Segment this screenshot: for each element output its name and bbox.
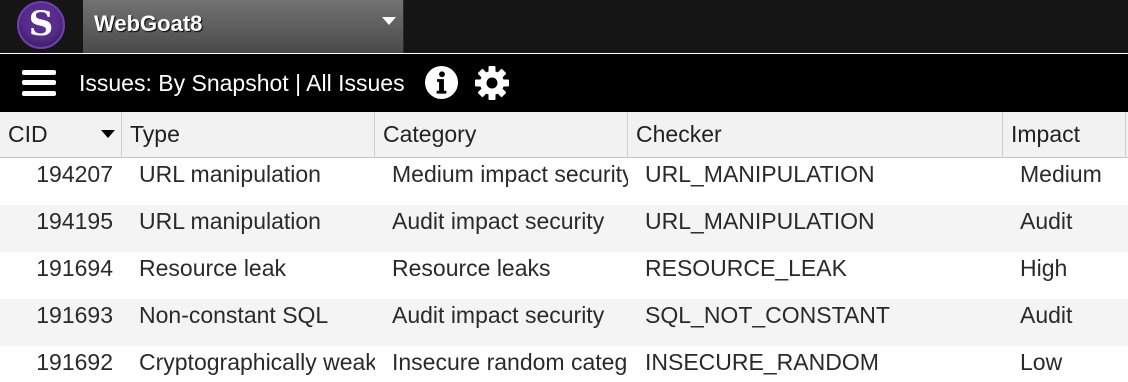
cell-category: Medium impact security (392, 161, 628, 187)
table-header: CID Type Category Checker Impact (0, 112, 1128, 158)
cell-cid: 191693 (36, 302, 113, 328)
table-row[interactable]: 194195 URL manipulation Audit impact sec… (0, 205, 1128, 252)
cell-category: Audit impact security (392, 208, 605, 234)
cell-category: Resource leaks (392, 255, 551, 281)
cell-category: Insecure random category (392, 349, 628, 375)
info-icon[interactable] (424, 65, 459, 100)
hamburger-menu-icon[interactable] (22, 69, 56, 97)
cell-checker: RESOURCE_LEAK (645, 255, 847, 281)
column-header-label: Impact (1011, 121, 1081, 147)
cell-type: Resource leak (139, 255, 287, 281)
column-header-label: Checker (636, 121, 722, 147)
cell-cid: 191694 (36, 255, 113, 281)
column-header-label: CID (8, 121, 48, 147)
view-toolbar: Issues: By Snapshot | All Issues (0, 54, 1128, 112)
sort-descending-icon (101, 130, 115, 138)
cell-impact: Low (1020, 349, 1063, 375)
cell-checker: SQL_NOT_CONSTANT (645, 302, 890, 328)
cell-cid: 191692 (36, 349, 113, 375)
table-row[interactable]: 191694 Resource leak Resource leaks RESO… (0, 252, 1128, 299)
project-selector[interactable]: WebGoat8 (83, 0, 404, 53)
table-row[interactable]: 194207 URL manipulation Medium impact se… (0, 158, 1128, 205)
cell-type: URL manipulation (139, 161, 321, 187)
cell-type: Cryptographically weak (139, 349, 375, 375)
cell-impact: Audit (1020, 208, 1073, 234)
chevron-down-icon (382, 17, 396, 25)
cell-impact: Medium (1020, 161, 1102, 187)
column-header-type[interactable]: Type (122, 112, 375, 158)
cell-checker: URL_MANIPULATION (645, 208, 875, 234)
gear-icon[interactable] (474, 65, 510, 101)
cell-cid: 194195 (36, 208, 113, 234)
column-header-category[interactable]: Category (375, 112, 628, 158)
column-header-checker[interactable]: Checker (628, 112, 1003, 158)
column-header-impact[interactable]: Impact (1003, 112, 1126, 158)
cell-category: Audit impact security (392, 302, 605, 328)
cell-type: Non-constant SQL (139, 302, 329, 328)
cell-checker: INSECURE_RANDOM (645, 349, 879, 375)
logo-letter: S (28, 4, 54, 44)
column-header-label: Type (130, 121, 180, 147)
column-header-label: Category (383, 121, 477, 147)
table-row[interactable]: 191693 Non-constant SQL Audit impact sec… (0, 299, 1128, 346)
table-body: 194207 URL manipulation Medium impact se… (0, 158, 1128, 382)
cell-impact: Audit (1020, 302, 1073, 328)
cell-impact: High (1020, 255, 1068, 281)
view-title[interactable]: Issues: By Snapshot | All Issues (79, 70, 405, 97)
cell-cid: 194207 (36, 161, 113, 187)
cell-type: URL manipulation (139, 208, 321, 234)
app-logo[interactable]: S (17, 1, 65, 49)
project-bar: S WebGoat8 (0, 0, 1128, 53)
cell-checker: URL_MANIPULATION (645, 161, 875, 187)
table-row[interactable]: 191692 Cryptographically weak Insecure r… (0, 346, 1128, 382)
project-name: WebGoat8 (94, 11, 203, 36)
issues-table: CID Type Category Checker Impact 194207 … (0, 112, 1128, 382)
column-header-cid[interactable]: CID (0, 112, 122, 158)
